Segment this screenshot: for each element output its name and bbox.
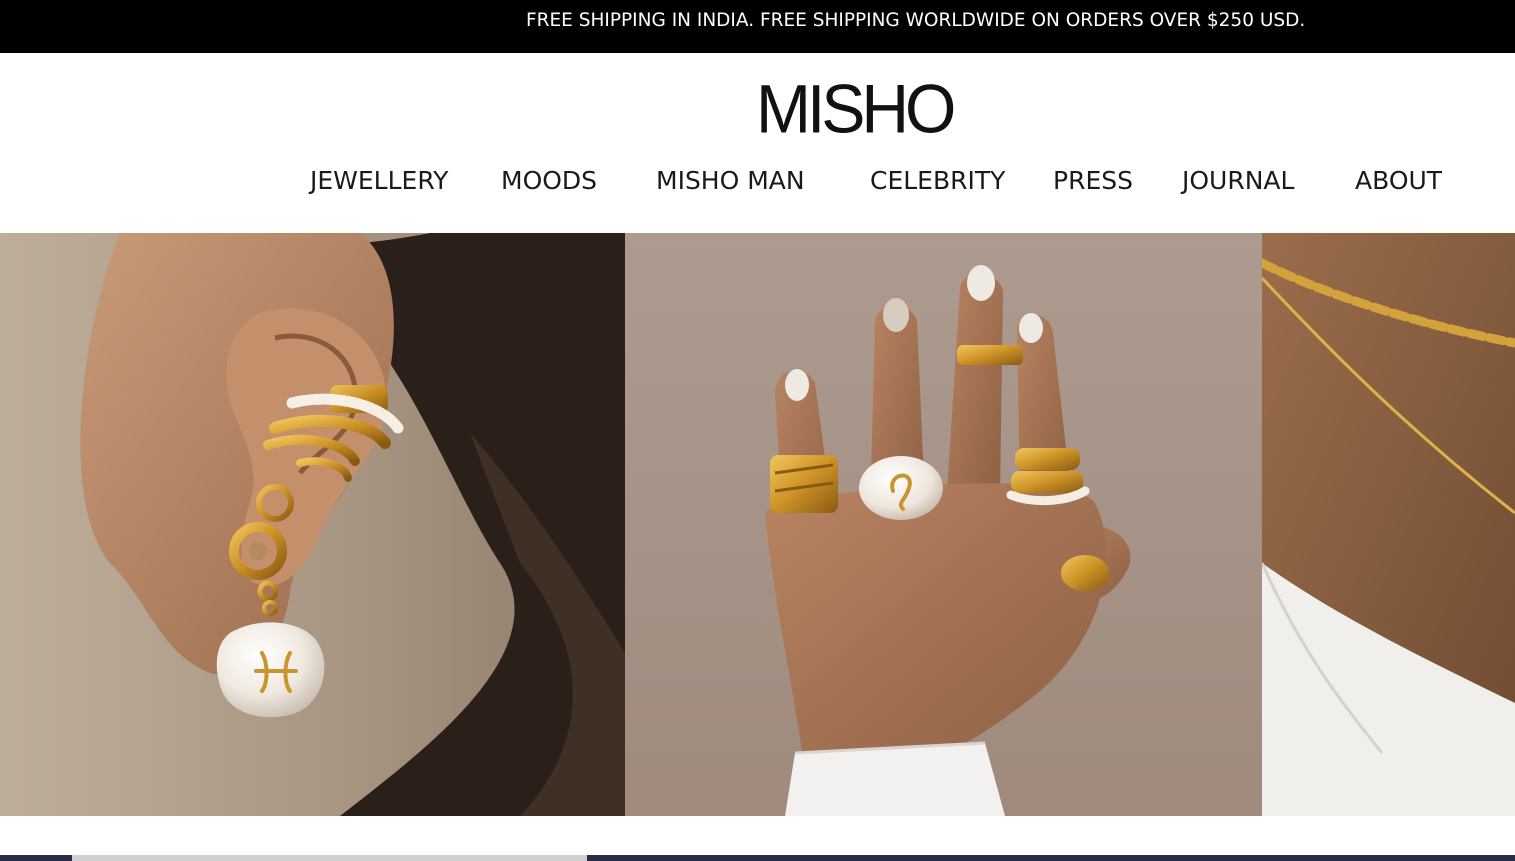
nav-item-misho-man[interactable]: MISHO MAN: [656, 166, 805, 195]
brand-logo[interactable]: MISHO: [756, 71, 956, 146]
nav-item-celebrity[interactable]: CELEBRITY: [870, 166, 1005, 195]
announcement-bar: FREE SHIPPING IN INDIA. FREE SHIPPING WO…: [0, 0, 1515, 53]
hero-image-neck[interactable]: [1262, 233, 1515, 816]
hand-rings-illustration: [625, 233, 1262, 816]
nav-item-about[interactable]: ABOUT: [1355, 166, 1442, 195]
announcement-text: FREE SHIPPING IN INDIA. FREE SHIPPING WO…: [526, 10, 1306, 31]
site-header: MISHO JEWELLERY MOODS MISHO MAN CELEBRIT…: [0, 53, 1515, 233]
next-section-edge: [0, 855, 1515, 861]
nav-item-press[interactable]: PRESS: [1053, 166, 1133, 195]
nav-item-journal[interactable]: JOURNAL: [1182, 166, 1294, 195]
ear-jewellery-illustration: [0, 233, 625, 816]
neck-chains-illustration: [1262, 233, 1515, 816]
nav-item-moods[interactable]: MOODS: [501, 166, 597, 195]
hero-banner[interactable]: [0, 233, 1515, 816]
hero-image-hand[interactable]: [625, 233, 1262, 816]
hero-image-ear[interactable]: [0, 233, 625, 816]
main-nav: JEWELLERY MOODS MISHO MAN CELEBRITY PRES…: [0, 166, 1515, 206]
nav-item-jewellery[interactable]: JEWELLERY: [310, 166, 448, 195]
